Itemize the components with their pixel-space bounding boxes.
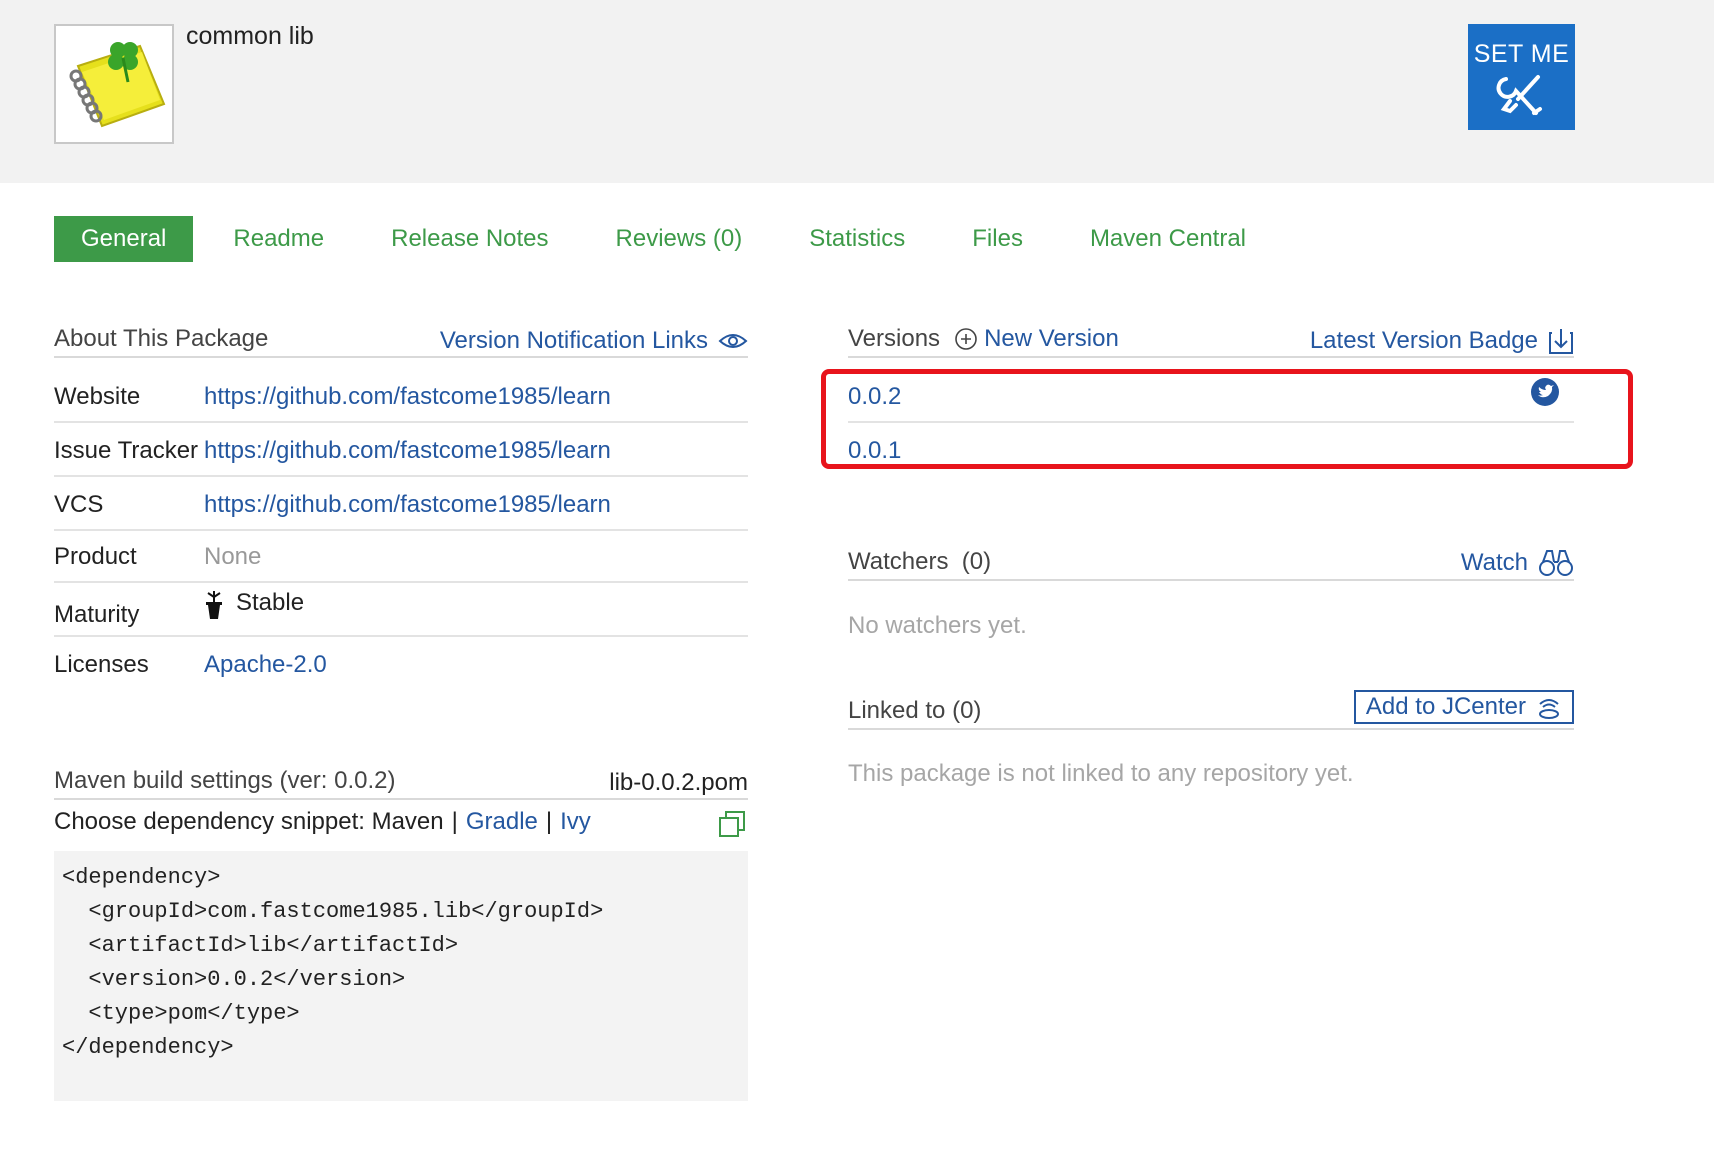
package-logo — [54, 24, 174, 144]
sprout-pot-icon — [206, 591, 222, 619]
package-tabs: General Readme Release Notes Reviews (0)… — [54, 216, 1273, 262]
new-version-label: New Version — [984, 325, 1119, 352]
snippet-separator: | — [545, 808, 553, 835]
issue-tracker-label: Issue Tracker — [54, 437, 199, 464]
licenses-label: Licenses — [54, 651, 149, 678]
maturity-value: Stable — [204, 589, 304, 621]
watchers-section-header: Watchers (0) Watch — [848, 545, 1574, 581]
latest-version-badge-link[interactable]: Latest Version Badge — [1310, 327, 1574, 355]
binoculars-icon — [1539, 550, 1573, 576]
about-section-title: About This Package — [54, 325, 269, 352]
new-version-button[interactable]: New Version — [954, 325, 1119, 353]
package-header: common lib SET ME — [0, 0, 1714, 183]
tab-general[interactable]: General — [54, 216, 194, 262]
snippet-option-maven[interactable]: Maven — [372, 808, 444, 835]
package-name: common lib — [186, 22, 314, 50]
set-me-up-label: SET ME — [1473, 40, 1570, 68]
vcs-label: VCS — [54, 491, 104, 518]
add-to-jcenter-label: Add to JCenter — [1365, 693, 1526, 720]
version-notification-links[interactable]: Version Notification Links — [440, 327, 748, 355]
info-row-vcs: VCS https://github.com/fastcome1985/lear… — [54, 477, 748, 531]
maturity-text: Stable — [236, 589, 305, 616]
add-to-jcenter-button[interactable]: Add to JCenter — [1353, 690, 1574, 724]
issue-tracker-link[interactable]: https://github.com/fastcome1985/learn — [204, 437, 611, 465]
info-row-issue-tracker: Issue Tracker https://github.com/fastcom… — [54, 423, 748, 477]
maven-section-title: Maven build settings (ver: 0.0.2) — [54, 767, 396, 794]
tools-icon — [1496, 75, 1542, 115]
maturity-label: Maturity — [54, 601, 140, 628]
plus-circle-icon — [955, 328, 977, 350]
copy-icon[interactable] — [718, 810, 746, 845]
watchers-section-title: Watchers (0) — [848, 548, 992, 575]
tab-reviews[interactable]: Reviews (0) — [589, 216, 770, 262]
versions-section-title: Versions — [848, 325, 941, 352]
tab-readme[interactable]: Readme — [206, 216, 351, 262]
info-row-maturity: Maturity Stable — [54, 581, 748, 637]
maven-section-header: Maven build settings (ver: 0.0.2) lib-0.… — [54, 764, 748, 800]
versions-title-group: Versions New Version — [848, 325, 1119, 353]
about-section-header: About This Package Version Notification … — [54, 322, 748, 358]
dependency-snippet-box[interactable]: <dependency> <groupId>com.fastcome1985.l… — [54, 851, 748, 1101]
snippet-option-gradle[interactable]: Gradle — [466, 808, 538, 835]
product-value: None — [204, 543, 262, 570]
linked-section-header: Linked to (0) Add to JCenter — [848, 690, 1574, 730]
tab-maven-central[interactable]: Maven Central — [1063, 216, 1273, 262]
linked-section-title: Linked to (0) — [848, 697, 982, 724]
product-label: Product — [54, 543, 137, 570]
pom-file-link[interactable]: lib-0.0.2.pom — [609, 769, 748, 797]
latest-version-badge-label: Latest Version Badge — [1309, 327, 1538, 354]
snippet-separator: | — [451, 808, 458, 835]
versions-highlight-box — [821, 369, 1633, 469]
not-linked-text: This package is not linked to any reposi… — [848, 760, 1354, 787]
snippet-option-ivy[interactable]: Ivy — [560, 808, 591, 835]
download-icon — [1549, 329, 1573, 354]
version-notification-links-label: Version Notification Links — [439, 327, 708, 354]
info-row-website: Website https://github.com/fastcome1985/… — [54, 369, 748, 423]
tab-release-notes[interactable]: Release Notes — [364, 216, 575, 262]
tab-statistics[interactable]: Statistics — [782, 216, 932, 262]
info-row-product: Product None — [54, 529, 748, 583]
info-row-licenses: Licenses Apache-2.0 — [54, 637, 748, 691]
license-link[interactable]: Apache-2.0 — [204, 651, 327, 679]
notebook-clover-icon — [69, 42, 166, 128]
jcenter-icon — [1539, 699, 1559, 719]
website-label: Website — [54, 383, 141, 410]
vcs-link[interactable]: https://github.com/fastcome1985/learn — [204, 491, 611, 519]
tab-files[interactable]: Files — [945, 216, 1050, 262]
set-me-up-button[interactable]: SET ME — [1468, 24, 1575, 130]
watch-button[interactable]: Watch — [1461, 548, 1574, 578]
eye-icon — [718, 334, 748, 348]
website-link[interactable]: https://github.com/fastcome1985/learn — [204, 383, 611, 411]
versions-section-header: Versions New Version Latest Version Badg… — [848, 322, 1574, 358]
dependency-snippet-code: <dependency> <groupId>com.fastcome1985.l… — [62, 865, 604, 1060]
choose-snippet-label: Choose dependency snippet: — [54, 808, 365, 835]
snippet-chooser: Choose dependency snippet: Maven | Gradle |… — [54, 808, 748, 848]
watch-label: Watch — [1460, 549, 1528, 576]
no-watchers-text: No watchers yet. — [848, 612, 1027, 639]
